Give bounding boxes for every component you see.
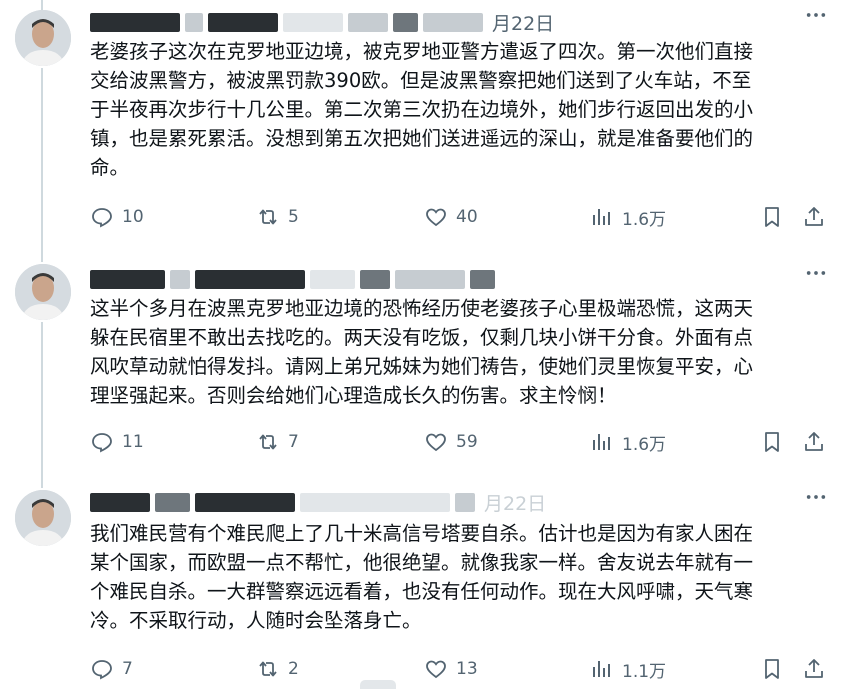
redacted-display-name bbox=[90, 492, 150, 512]
tweet-date[interactable]: 月22日 bbox=[492, 9, 554, 36]
scroll-indicator[interactable] bbox=[360, 680, 396, 689]
like-count: 13 bbox=[456, 659, 478, 679]
bookmark-icon bbox=[765, 207, 779, 227]
reply-count: 11 bbox=[122, 432, 144, 452]
retweet-icon bbox=[259, 209, 277, 225]
reply-icon bbox=[92, 660, 112, 680]
tweet-date[interactable]: 月22日 bbox=[484, 489, 546, 516]
retweet-button[interactable]: 2 bbox=[256, 654, 299, 684]
share-button[interactable] bbox=[802, 654, 832, 684]
retweet-button[interactable]: 5 bbox=[256, 202, 299, 232]
like-icon bbox=[426, 433, 446, 452]
redacted-handle bbox=[283, 12, 343, 32]
tweet[interactable]: 月22日 老婆孩子这次在克罗地亚边境，被克罗地亚警方遣返了四次。第一次他们直接 … bbox=[0, 0, 851, 245]
redacted-handle bbox=[423, 12, 483, 32]
tweet[interactable]: 这半个多月在波黑克罗地亚边境的恐怖经历使老婆孩子心里极端恐慌，这两天 躲在民宿里… bbox=[0, 262, 851, 472]
retweet-button[interactable]: 7 bbox=[256, 427, 299, 457]
like-button[interactable]: 40 bbox=[424, 202, 478, 232]
redacted-handle bbox=[455, 492, 475, 512]
reply-button[interactable]: 11 bbox=[90, 427, 144, 457]
retweet-count: 7 bbox=[288, 432, 299, 452]
like-count: 40 bbox=[456, 207, 478, 227]
views-count: 1.1万 bbox=[622, 661, 667, 682]
bookmark-icon bbox=[765, 659, 779, 679]
tweet-text: 我们难民营有个难民爬上了几十米高信号塔要自杀。估计也是因为有家人困在 某个国家，… bbox=[90, 522, 754, 632]
avatar[interactable] bbox=[15, 490, 71, 546]
tweet-header: 月22日 bbox=[90, 8, 831, 36]
like-icon bbox=[426, 208, 446, 227]
tweet-text: 这半个多月在波黑克罗地亚边境的恐怖经历使老婆孩子心里极端恐慌，这两天 躲在民宿里… bbox=[90, 297, 754, 407]
tweet-actions: 10 5 40 1.6万 bbox=[90, 202, 835, 232]
redacted-display-name bbox=[170, 269, 190, 289]
tweet-text: 老婆孩子这次在克罗地亚边境，被克罗地亚警方遣返了四次。第一次他们直接 交给波黑警… bbox=[90, 40, 754, 179]
share-icon bbox=[805, 432, 823, 451]
reply-count: 10 bbox=[122, 207, 144, 227]
redacted-handle bbox=[393, 12, 418, 32]
views-count: 1.6万 bbox=[622, 209, 667, 230]
more-icon[interactable] bbox=[805, 486, 827, 511]
redacted-handle bbox=[470, 269, 495, 289]
bookmark-button[interactable] bbox=[760, 427, 790, 457]
share-icon bbox=[805, 659, 823, 678]
tweet-thread: 月22日 老婆孩子这次在克罗地亚边境，被克罗地亚警方遣返了四次。第一次他们直接 … bbox=[0, 0, 851, 689]
redacted-display-name bbox=[155, 492, 190, 512]
views-button[interactable]: 1.6万 bbox=[590, 202, 666, 232]
tweet[interactable]: 月22日 我们难民营有个难民爬上了几十米高信号塔要自杀。估计也是因为有家人困在 … bbox=[0, 488, 851, 689]
like-button[interactable]: 13 bbox=[424, 654, 478, 684]
share-button[interactable] bbox=[802, 202, 832, 232]
tweet-header bbox=[90, 265, 831, 293]
redacted-handle bbox=[348, 12, 388, 32]
redacted-handle bbox=[300, 492, 450, 512]
retweet-icon bbox=[259, 434, 277, 450]
views-button[interactable]: 1.1万 bbox=[590, 654, 666, 684]
redacted-display-name bbox=[208, 12, 278, 32]
redacted-handle bbox=[310, 269, 355, 289]
redacted-handle bbox=[395, 269, 465, 289]
redacted-display-name bbox=[195, 492, 295, 512]
reply-count: 7 bbox=[122, 659, 133, 679]
reply-icon bbox=[92, 433, 112, 453]
share-icon bbox=[805, 207, 823, 226]
redacted-handle bbox=[360, 269, 390, 289]
bookmark-icon bbox=[765, 432, 779, 452]
redacted-display-name bbox=[195, 269, 305, 289]
views-icon bbox=[593, 661, 610, 677]
retweet-icon bbox=[259, 661, 277, 677]
views-button[interactable]: 1.6万 bbox=[590, 427, 666, 457]
avatar[interactable] bbox=[15, 264, 71, 320]
views-count: 1.6万 bbox=[622, 434, 667, 455]
reply-icon bbox=[92, 208, 112, 228]
tweet-header: 月22日 bbox=[90, 488, 831, 516]
tweet-actions: 11 7 59 1.6万 bbox=[90, 427, 835, 457]
more-icon[interactable] bbox=[805, 262, 827, 287]
like-count: 59 bbox=[456, 432, 478, 452]
redacted-display-name bbox=[185, 12, 203, 32]
tweet-actions: 7 2 13 1.1万 bbox=[90, 654, 835, 684]
redacted-display-name bbox=[90, 269, 165, 289]
redacted-display-name bbox=[90, 12, 180, 32]
bookmark-button[interactable] bbox=[760, 654, 790, 684]
like-button[interactable]: 59 bbox=[424, 427, 478, 457]
share-button[interactable] bbox=[802, 427, 832, 457]
more-icon[interactable] bbox=[805, 4, 827, 29]
retweet-count: 5 bbox=[288, 207, 299, 227]
retweet-count: 2 bbox=[288, 659, 299, 679]
reply-button[interactable]: 10 bbox=[90, 202, 144, 232]
bookmark-button[interactable] bbox=[760, 202, 790, 232]
views-icon bbox=[593, 209, 610, 225]
avatar[interactable] bbox=[15, 10, 71, 66]
like-icon bbox=[426, 660, 446, 679]
views-icon bbox=[593, 434, 610, 450]
reply-button[interactable]: 7 bbox=[90, 654, 133, 684]
